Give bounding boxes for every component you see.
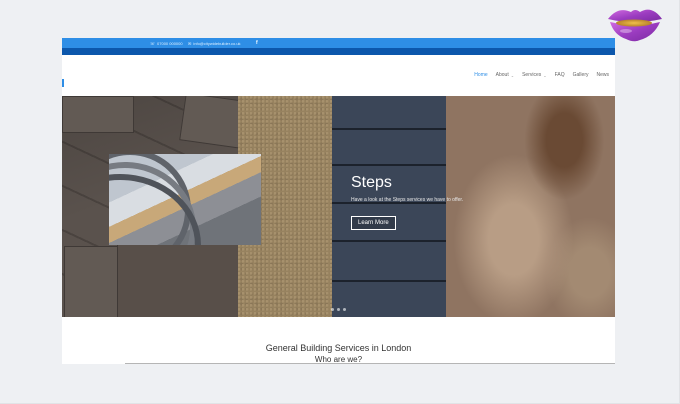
phone-number: 07000 000000	[157, 40, 183, 46]
content-section: General Building Services in London Who …	[62, 317, 615, 364]
nav-about-label: About	[495, 72, 509, 78]
phone-link[interactable]: ☏ 07000 000000	[150, 41, 183, 46]
email-address: info@citywidebuilder.co.uk	[193, 40, 241, 46]
hero-image-sandstone	[446, 96, 615, 317]
nav-gallery-label: Gallery	[572, 72, 589, 78]
hero-title: Steps	[351, 174, 392, 191]
logo[interactable]	[62, 79, 64, 87]
nav-about[interactable]: About ⌄	[496, 72, 514, 78]
nav-faq-label: FAQ	[554, 72, 565, 78]
chevron-down-icon: ⌄	[543, 72, 547, 78]
website: ☏ 07000 000000 ✉ info@citywidebuilder.co…	[62, 38, 615, 364]
paver-tile	[62, 96, 134, 133]
envelope-icon: ✉	[188, 40, 192, 46]
nav-home-label: Home	[474, 72, 488, 78]
nav-gallery[interactable]: Gallery	[573, 72, 589, 78]
divider	[125, 363, 615, 364]
email-link[interactable]: ✉ info@citywidebuilder.co.uk	[188, 41, 241, 46]
top-bar: ☏ 07000 000000 ✉ info@citywidebuilder.co…	[62, 38, 615, 48]
slider-dot[interactable]	[343, 308, 346, 311]
nav-services-label: Services	[522, 72, 542, 78]
curved-step	[109, 174, 201, 245]
lips-logo-icon	[608, 9, 662, 42]
facebook-icon[interactable]: f	[256, 40, 258, 46]
slider-dot[interactable]	[331, 308, 334, 311]
chevron-down-icon: ⌄	[510, 72, 515, 78]
phone-icon: ☏	[150, 40, 156, 46]
header-band	[62, 48, 615, 55]
nav-home[interactable]: Home	[474, 72, 487, 78]
section-heading: General Building Services in London	[265, 343, 412, 353]
hero-caption: Steps Have a look at the Steps services …	[351, 174, 463, 230]
hero-subtitle: Have a look at the Steps services we hav…	[351, 197, 464, 203]
learn-more-button[interactable]: Learn More	[351, 216, 396, 230]
nav-faq[interactable]: FAQ	[555, 72, 565, 78]
paver-tile	[64, 246, 124, 317]
nav-news-label: News	[596, 72, 609, 78]
slider-dot[interactable]	[337, 308, 340, 311]
slider-pagination	[62, 308, 615, 311]
main-nav: Home About ⌄ Services ⌄ FAQ Gallery News	[474, 72, 609, 78]
nav-news[interactable]: News	[596, 72, 609, 78]
hero-slider: Steps Have a look at the Steps services …	[62, 96, 615, 317]
steps-photo-inset	[109, 154, 261, 245]
nav-services[interactable]: Services ⌄	[522, 72, 547, 78]
site-header: Home About ⌄ Services ⌄ FAQ Gallery News	[62, 55, 615, 96]
